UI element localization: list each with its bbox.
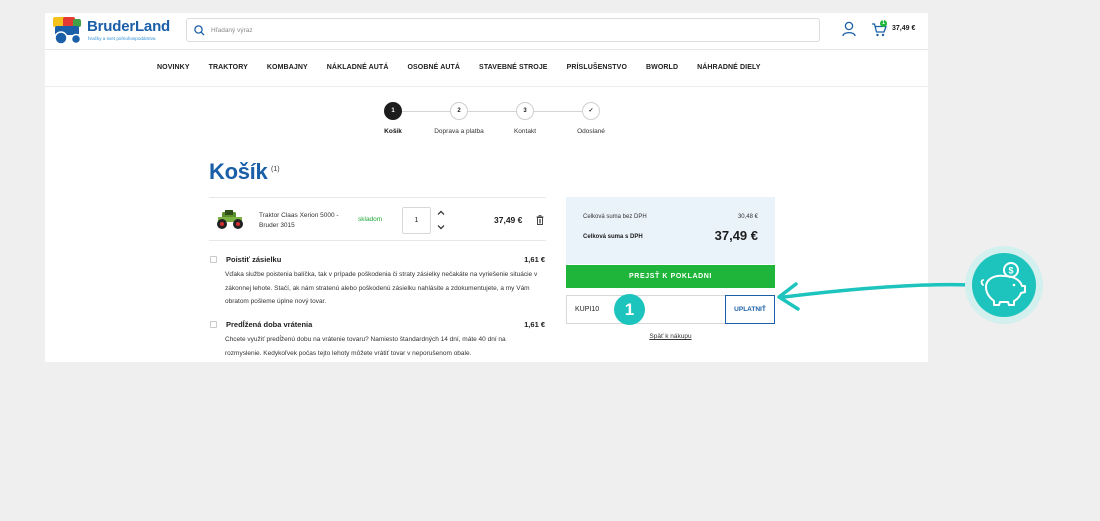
- arrow-annotation-icon: [777, 282, 974, 311]
- search-icon: [194, 25, 205, 36]
- nav-item-kombajny[interactable]: KOMBAJNY: [267, 64, 308, 71]
- checkout-steps: 1 2 3 ✓ Košík Doprava a platba Kontakt O…: [375, 102, 615, 142]
- extended-return-description: Chcete využiť predĺženú dobu na vrátenie…: [225, 336, 506, 357]
- step-1-circle: 1: [384, 102, 402, 120]
- cart-total: 37,49 €: [892, 25, 916, 32]
- step-1-label: Košík: [384, 128, 402, 135]
- step-3-circle: 3: [516, 102, 534, 120]
- nav-item-prislusenstvo[interactable]: PRÍSLUŠENSTVO: [567, 64, 627, 71]
- product-name[interactable]: Traktor Claas Xerion 5000 - Bruder 3015: [259, 211, 355, 230]
- brand-name: BruderLand: [87, 18, 171, 35]
- order-summary: Celková suma bez DPH 30,48 € Celková sum…: [566, 197, 775, 264]
- page-title: Košík: [209, 159, 268, 184]
- chevron-up-icon[interactable]: [437, 209, 445, 217]
- nav-item-bworld[interactable]: BWORLD: [646, 64, 678, 71]
- step-4-check-icon: ✓: [582, 102, 600, 120]
- search-input[interactable]: [211, 22, 811, 38]
- step-connector: [534, 111, 582, 112]
- nav-item-nahradne-diely[interactable]: NÁHRADNÉ DIELY: [697, 64, 760, 71]
- total-ex-vat-value: 30,48 €: [737, 214, 758, 220]
- extended-return-price: 1,61 €: [524, 320, 545, 329]
- tractor-logo-icon: [53, 17, 82, 45]
- insurance-price: 1,61 €: [524, 255, 545, 264]
- checkout-button[interactable]: PREJSŤ K POKLADNI: [566, 265, 775, 288]
- cart-item-count: (1): [271, 166, 280, 173]
- total-inc-vat-label: Celková suma s DPH: [583, 234, 643, 240]
- insurance-title: Poistiť zásielku: [226, 255, 282, 264]
- item-price: 37,49 €: [494, 215, 523, 225]
- extended-return-title: Predĺžená doba vrátenia: [226, 320, 313, 329]
- total-inc-vat-value: 37,49 €: [714, 228, 758, 243]
- svg-text:$: $: [1008, 266, 1013, 276]
- step-marker-badge: 1: [614, 294, 645, 325]
- cart-item-row: Traktor Claas Xerion 5000 - Bruder 3015 …: [209, 197, 546, 241]
- nav-item-osobne-auta[interactable]: OSOBNÉ AUTÁ: [407, 64, 460, 71]
- search-box[interactable]: [186, 18, 820, 42]
- coupon-form: UPLATNIŤ: [566, 295, 775, 324]
- nav-item-traktory[interactable]: TRAKTORY: [209, 64, 248, 71]
- insurance-option: Poistiť zásielku 1,61 € Vďaka službe poi…: [209, 251, 546, 309]
- nav-item-novinky[interactable]: NOVINKY: [157, 64, 190, 71]
- quantity-input[interactable]: 1: [402, 207, 431, 234]
- extended-return-checkbox[interactable]: [210, 321, 217, 328]
- step-3-label: Kontakt: [513, 128, 537, 135]
- total-ex-vat-label: Celková suma bez DPH: [583, 214, 647, 220]
- insurance-description: Vďaka službe poistenia balíčka, tak v pr…: [225, 271, 538, 305]
- piggy-bank-icon: $: [965, 246, 1043, 324]
- account-button[interactable]: [842, 21, 856, 37]
- trash-icon[interactable]: [536, 215, 544, 225]
- step-4-label: Odoslané: [577, 128, 605, 135]
- chevron-down-icon[interactable]: [437, 223, 445, 231]
- stock-status: skladom: [358, 216, 383, 223]
- tractor-product-image[interactable]: [214, 208, 246, 230]
- back-to-shop-link[interactable]: Späť k nákupu: [566, 333, 775, 340]
- step-2-label: Doprava a platba: [434, 128, 484, 135]
- insurance-checkbox[interactable]: [210, 256, 217, 263]
- cart-count-badge: 1: [880, 20, 887, 27]
- nav-item-stavebne-stroje[interactable]: STAVEBNÉ STROJE: [479, 64, 548, 71]
- step-connector: [468, 111, 516, 112]
- main-nav: NOVINKY TRAKTORY KOMBAJNY NÁKLADNÉ AUTÁ …: [45, 51, 928, 87]
- nav-item-nakladne-auta[interactable]: NÁKLADNÉ AUTÁ: [327, 64, 389, 71]
- user-icon: [842, 21, 856, 37]
- step-2-circle: 2: [450, 102, 468, 120]
- logo[interactable]: BruderLand hračky a svet poľnohospodárst…: [51, 15, 171, 47]
- coupon-input[interactable]: [566, 295, 725, 324]
- extended-return-option: Predĺžená doba vrátenia 1,61 € Chcete vy…: [209, 316, 546, 362]
- brand-tagline: hračky a svet poľnohospodárstva: [88, 36, 156, 41]
- step-connector: [402, 111, 450, 112]
- cart-button[interactable]: 1 37,49 €: [871, 20, 923, 38]
- header: BruderLand hračky a svet poľnohospodárst…: [45, 13, 928, 50]
